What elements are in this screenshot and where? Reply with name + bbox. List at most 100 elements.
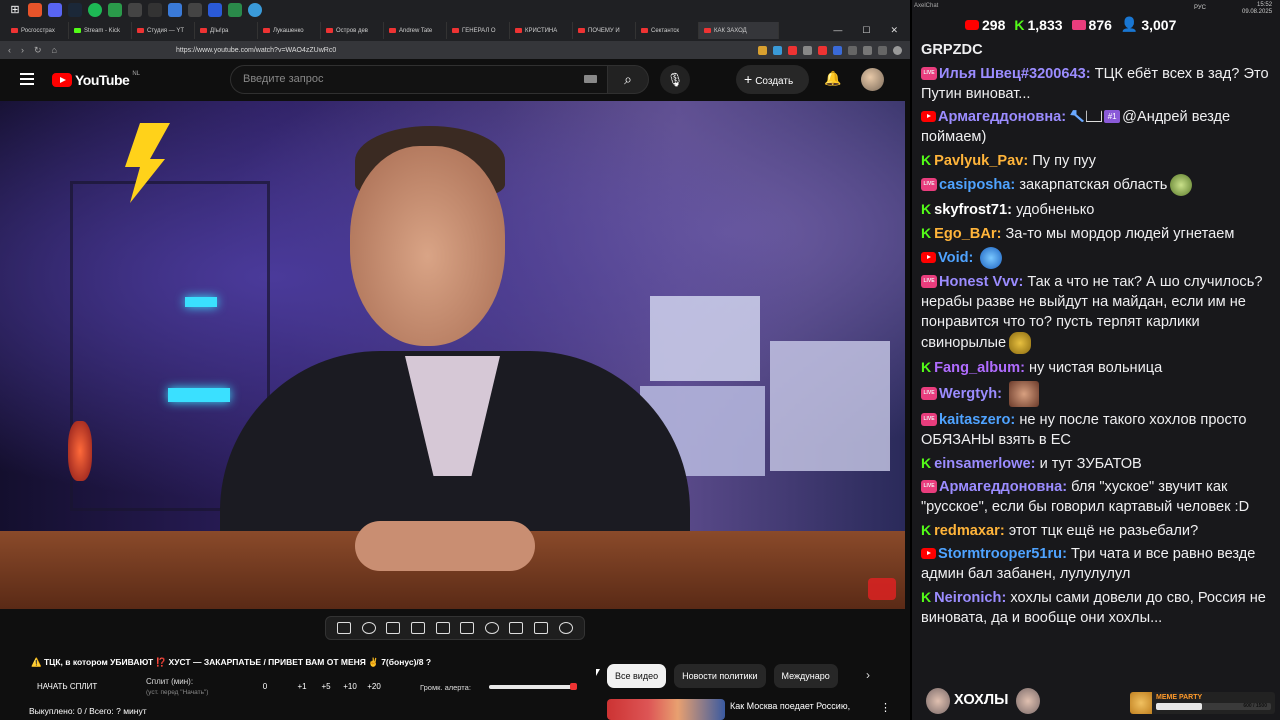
extension-icon[interactable] (833, 45, 842, 55)
voice-search-button[interactable]: 🎙 (660, 65, 690, 94)
cinema-icon[interactable] (386, 622, 401, 634)
avatar[interactable] (861, 68, 884, 91)
browser-tab[interactable]: Росгосстрах (6, 22, 69, 39)
browser-tab[interactable]: Д!ы!ра (195, 22, 258, 39)
browser-tab[interactable]: КРИСТИНА (510, 22, 573, 39)
alert-volume-slider[interactable] (489, 683, 578, 690)
start-split-button[interactable]: НАЧАТЬ СПЛИТ (37, 682, 97, 691)
split-value: 0 (262, 682, 268, 691)
chat-separator: : (1030, 456, 1040, 472)
clapperboard-icon[interactable] (411, 622, 426, 634)
volume-handle[interactable] (570, 683, 578, 690)
browser-tab[interactable]: Andrew Tate (384, 22, 447, 39)
app-icon[interactable] (148, 3, 162, 17)
chat-username[interactable]: einsamerlowe (934, 456, 1031, 472)
app-icon[interactable] (208, 3, 222, 17)
speed-icon[interactable] (484, 622, 499, 634)
add-icon[interactable] (509, 622, 524, 634)
app-icon[interactable] (108, 3, 122, 17)
settings-gear-icon[interactable] (558, 622, 573, 634)
chip-all-videos[interactable]: Все видео (607, 664, 667, 688)
chat-username[interactable]: Void (938, 250, 969, 266)
close-window-button[interactable]: ✕ (890, 25, 898, 36)
notifications-bell-icon[interactable]: 🔔 (824, 70, 841, 87)
discord-icon[interactable] (48, 3, 62, 17)
chat-username[interactable]: Pavlyuk_Pav (934, 153, 1023, 169)
meme-party-label: MEME PARTY (1156, 694, 1203, 701)
recommended-title[interactable]: Как Москва поедает Россию, (730, 701, 870, 711)
tray-language[interactable]: РУС (1194, 5, 1206, 11)
chat-username[interactable]: Ego_BAr (934, 226, 996, 242)
browser-tab[interactable]: Остров дев (321, 22, 384, 39)
chat-message: K Pavlyuk_Pav: Пу пу пуу (921, 150, 1276, 171)
spotify-icon[interactable] (88, 3, 102, 17)
camera-icon[interactable] (534, 622, 549, 634)
search-input[interactable]: Введите запрос (230, 65, 608, 94)
obs-icon[interactable] (128, 3, 142, 17)
extension-icon[interactable] (773, 45, 782, 55)
extension-icon[interactable] (758, 45, 767, 55)
forward-icon[interactable]: › (21, 45, 24, 56)
chat-username[interactable]: kaitaszero (939, 412, 1010, 428)
split-add-button[interactable]: +20 (362, 682, 386, 691)
app-icon[interactable] (228, 3, 242, 17)
picture-icon[interactable] (435, 622, 450, 634)
chat-username[interactable]: Stormtrooper51ru (938, 546, 1062, 562)
split-add-button[interactable]: +1 (290, 682, 314, 691)
home-icon[interactable]: ⌂ (52, 45, 57, 56)
chips-next-icon[interactable]: › (866, 668, 870, 682)
profile-icon[interactable] (893, 45, 902, 55)
chat-username[interactable]: Армагеддоновна (938, 109, 1061, 125)
search-button[interactable]: ⌕ (607, 65, 649, 94)
minimize-button[interactable]: — (833, 25, 842, 36)
telegram-icon[interactable] (248, 3, 262, 17)
chat-username[interactable]: Neironich (934, 590, 1001, 606)
back-icon[interactable]: ‹ (8, 45, 11, 56)
app-icon[interactable] (188, 3, 202, 17)
menu-icon[interactable] (20, 73, 34, 85)
youtube-logo[interactable]: YouTube NL (52, 71, 140, 88)
chat-username[interactable]: Илья Швец#3200643 (939, 66, 1086, 82)
split-add-button[interactable]: +10 (338, 682, 362, 691)
windows-start-icon[interactable]: ⊞ (8, 3, 22, 17)
extension-icon[interactable] (818, 45, 827, 55)
extension-icon[interactable] (848, 45, 857, 55)
more-vertical-icon[interactable]: ⋮ (880, 701, 891, 714)
create-button[interactable]: + Создать (736, 65, 809, 94)
chat-username[interactable]: skyfrost71 (934, 202, 1007, 218)
audio-icon[interactable] (361, 622, 376, 634)
chat-username[interactable]: casiposha (939, 177, 1010, 193)
chip-political-news[interactable]: Новости политики (674, 664, 766, 688)
extension-icon[interactable] (878, 45, 887, 55)
browser-tab[interactable]: ПОЧЕМУ И (573, 22, 636, 39)
maximize-button[interactable]: ☐ (862, 25, 870, 36)
keyboard-icon[interactable] (584, 75, 597, 83)
steam-icon[interactable] (68, 3, 82, 17)
extension-icon[interactable] (788, 45, 797, 55)
browser-tab[interactable]: Студия — YT (132, 22, 195, 39)
chat-username[interactable]: redmaxar (934, 523, 1000, 539)
reload-icon[interactable]: ↻ (34, 45, 42, 56)
channel-watermark-icon[interactable] (868, 578, 896, 600)
chat-username[interactable]: Fang_album (934, 360, 1020, 376)
browser-tab[interactable]: Лукашенко (258, 22, 321, 39)
browser-tab[interactable]: ГЕНЕРАЛ О (447, 22, 510, 39)
recommended-thumbnail[interactable] (607, 699, 725, 720)
brave-icon[interactable] (28, 3, 42, 17)
app-icon[interactable] (168, 3, 182, 17)
extension-icon[interactable] (863, 45, 872, 55)
video-player[interactable] (0, 101, 905, 609)
browser-tab[interactable]: Сектантск (636, 22, 699, 39)
frame-icon[interactable] (460, 622, 475, 634)
chat-username[interactable]: Honest Vvv (939, 274, 1018, 290)
extension-icon[interactable] (803, 45, 812, 55)
browser-tab[interactable]: Stream - Kick (69, 22, 132, 39)
chat-username[interactable]: Wergtyh (939, 386, 997, 402)
chip-international[interactable]: Междунаро (773, 664, 838, 688)
browser-tab-active[interactable]: КАК ЗАХОД (699, 22, 779, 39)
chat-username[interactable]: Армагеддоновна (939, 479, 1062, 495)
url-field[interactable]: https://www.youtube.com/watch?v=WAO4zZUw… (176, 47, 336, 54)
split-add-button[interactable]: +5 (314, 682, 338, 691)
youtube-favicon-icon (137, 28, 144, 33)
loop-icon[interactable] (337, 622, 352, 634)
